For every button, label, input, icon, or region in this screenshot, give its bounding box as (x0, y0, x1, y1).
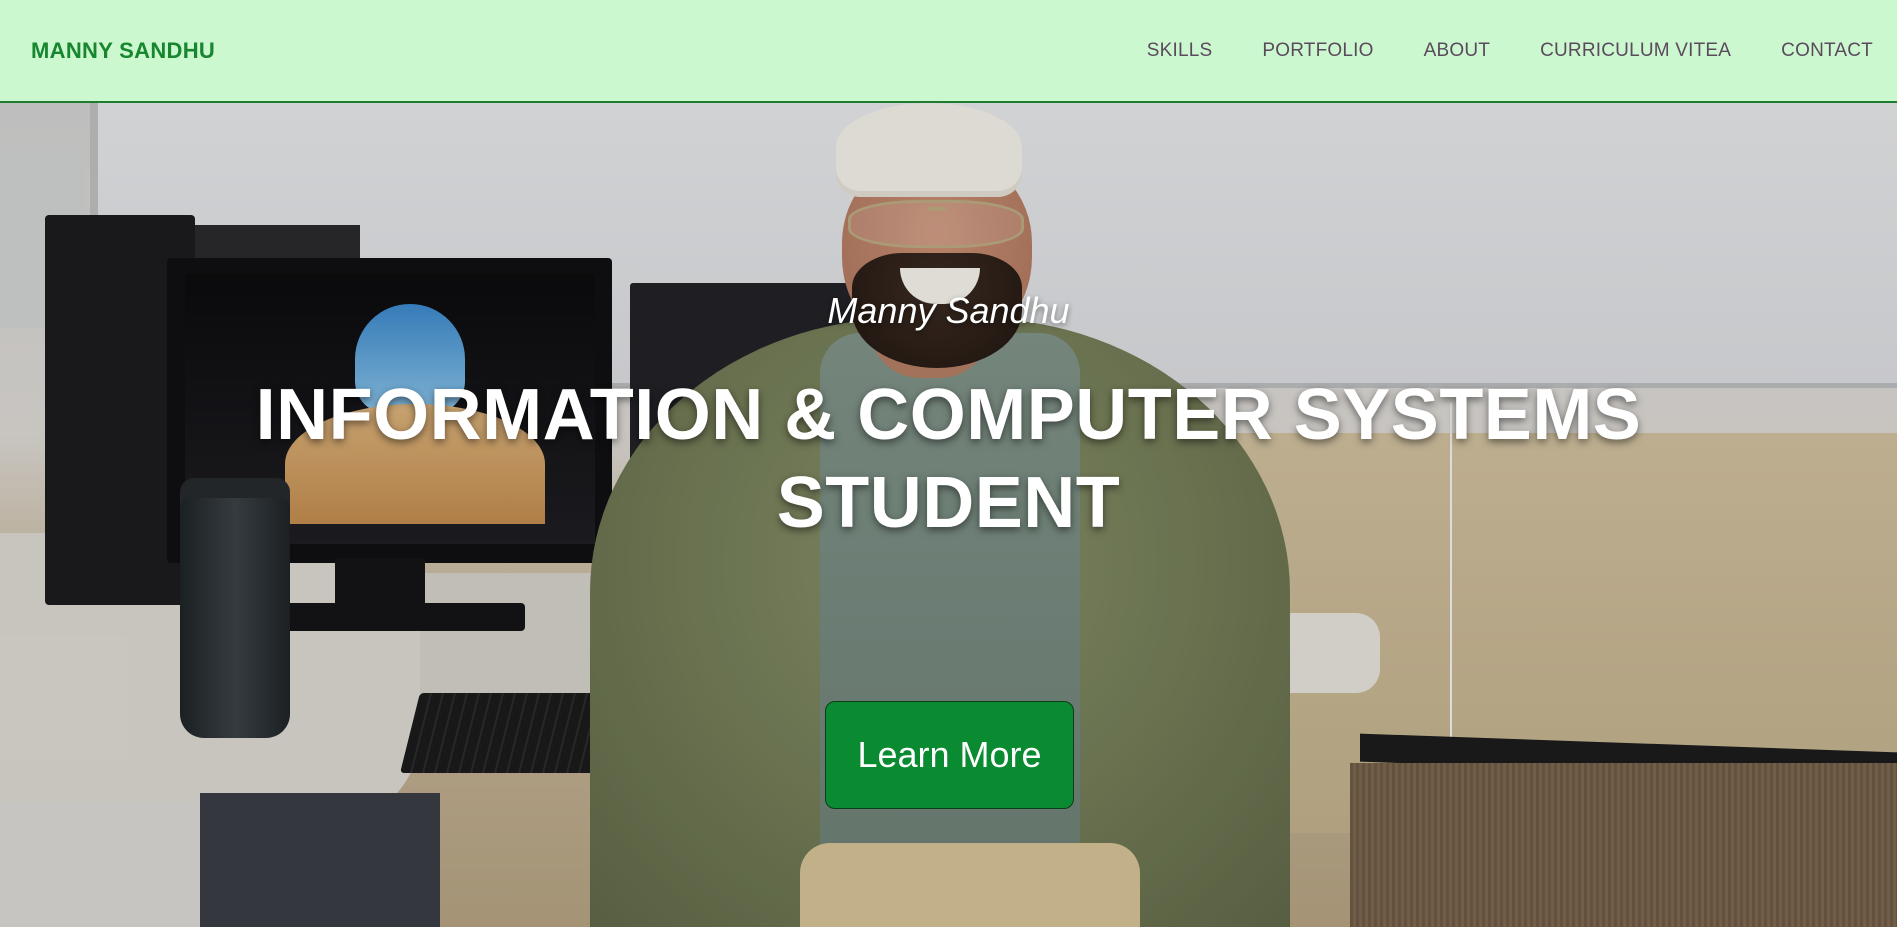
hero-content: Manny Sandhu INFORMATION & COMPUTER SYST… (0, 103, 1897, 927)
navbar: MANNY SANDHU SKILLS PORTFOLIO ABOUT CURR… (0, 0, 1897, 103)
nav-link-portfolio[interactable]: PORTFOLIO (1262, 40, 1373, 62)
learn-more-button[interactable]: Learn More (825, 701, 1074, 809)
hero-name: Manny Sandhu (827, 290, 1070, 331)
nav-link-curriculum-vitea[interactable]: CURRICULUM VITEA (1540, 40, 1731, 62)
site-brand[interactable]: MANNY SANDHU (31, 38, 215, 64)
hero-title: INFORMATION & COMPUTER SYSTEMS STUDENT (255, 375, 1642, 543)
hero-section: Manny Sandhu INFORMATION & COMPUTER SYST… (0, 103, 1897, 927)
nav-link-skills[interactable]: SKILLS (1147, 40, 1213, 62)
nav-link-contact[interactable]: CONTACT (1781, 40, 1873, 62)
nav-links: SKILLS PORTFOLIO ABOUT CURRICULUM VITEA … (1097, 40, 1873, 62)
nav-link-about[interactable]: ABOUT (1424, 40, 1490, 62)
